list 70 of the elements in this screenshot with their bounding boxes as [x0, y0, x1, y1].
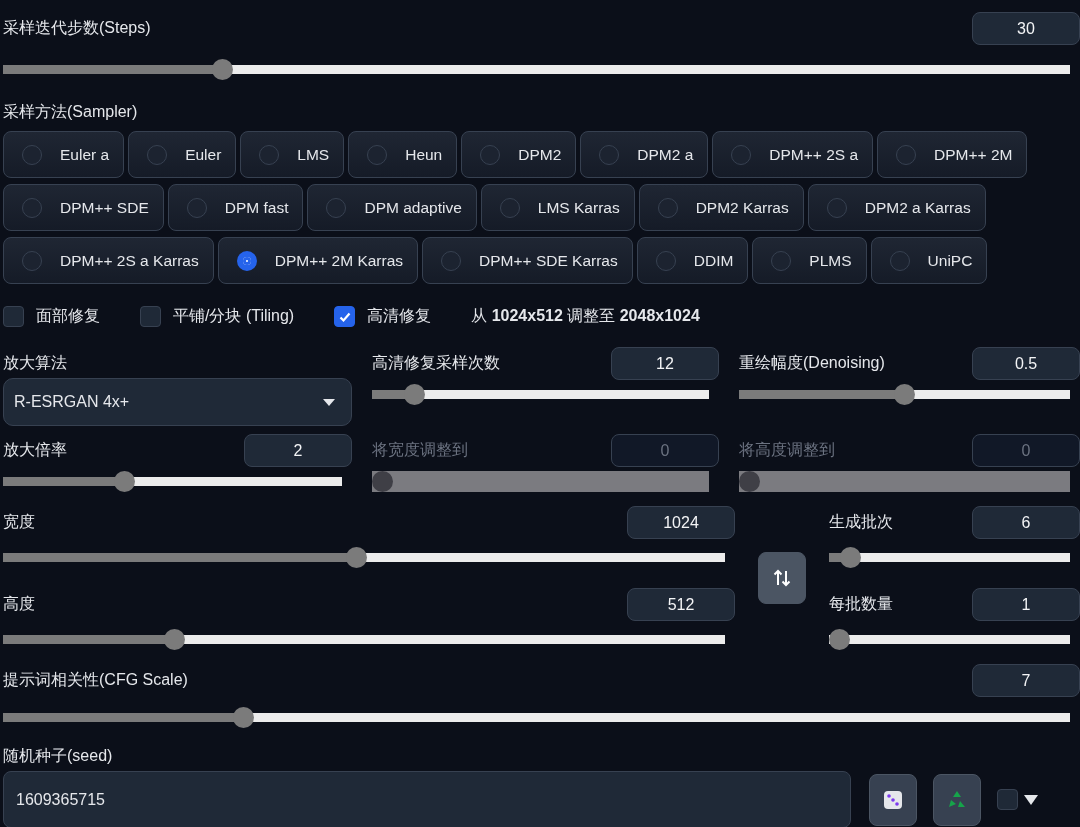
- field-label: 宽度: [3, 512, 35, 532]
- field-label: 高清修复采样次数: [372, 353, 500, 373]
- number-input[interactable]: 2: [244, 434, 352, 467]
- slider-thumb[interactable]: [403, 384, 425, 405]
- slider-track[interactable]: [739, 471, 1070, 492]
- checkbox-label[interactable]: 平铺/分块 (Tiling): [173, 306, 295, 327]
- slider-track[interactable]: [372, 471, 709, 492]
- field-label: 随机种子(seed): [3, 747, 113, 764]
- number-input[interactable]: 30: [972, 12, 1080, 45]
- field-label: 采样方法(Sampler): [3, 103, 138, 120]
- checkbox-label[interactable]: 面部修复: [36, 306, 100, 327]
- sampler-radio[interactable]: Euler a: [3, 131, 125, 178]
- sampler-radio[interactable]: Heun: [348, 131, 458, 178]
- field-label: 重绘幅度(Denoising): [739, 353, 885, 373]
- sampler-radio[interactable]: DPM++ 2S a: [712, 131, 874, 178]
- field-label: 采样迭代步数(Steps): [3, 18, 151, 38]
- swap-arrows-icon: [772, 569, 791, 587]
- field-label: 每批数量: [829, 594, 893, 614]
- resize-note: 从 1024x512 调整至 2048x1024: [471, 306, 700, 326]
- field-label: 提示词相关性(CFG Scale): [3, 670, 188, 690]
- caret-icon: [1024, 794, 1038, 805]
- checkbox[interactable]: [3, 306, 24, 327]
- number-input[interactable]: 6: [972, 506, 1080, 539]
- field-label: 生成批次: [829, 512, 893, 532]
- recycle-button[interactable]: [933, 773, 981, 826]
- checkbox[interactable]: [997, 789, 1018, 810]
- seed-input[interactable]: 1609365715: [3, 771, 851, 827]
- slider-thumb[interactable]: [894, 384, 915, 405]
- sampler-radio[interactable]: DPM2 a Karras: [807, 184, 986, 231]
- sampler-radio[interactable]: DPM fast: [167, 184, 304, 231]
- sampler-radio[interactable]: DPM2 Karras: [638, 184, 804, 231]
- dice-button[interactable]: [869, 773, 917, 826]
- upscaler-dropdown[interactable]: R-ESRGAN 4x+: [3, 378, 352, 426]
- caret-icon: [323, 398, 335, 406]
- slider-thumb[interactable]: [829, 629, 850, 650]
- sampler-radio[interactable]: DPM2 a: [580, 131, 709, 178]
- slider-thumb[interactable]: [114, 471, 136, 492]
- field-label: 将高度调整到: [739, 440, 835, 460]
- sampler-radio[interactable]: DPM++ 2M Karras: [217, 237, 419, 284]
- slider-thumb[interactable]: [840, 547, 861, 568]
- sampler-radio[interactable]: DPM++ SDE: [3, 184, 164, 231]
- field-label: 放大倍率: [3, 440, 67, 460]
- number-input[interactable]: 512: [627, 588, 735, 621]
- sampler-radio[interactable]: LMS: [240, 131, 345, 178]
- number-input[interactable]: 1: [972, 588, 1080, 621]
- sampler-radio[interactable]: DDIM: [636, 237, 749, 284]
- slider-thumb[interactable]: [346, 547, 368, 568]
- sampler-radio[interactable]: DPM++ 2S a Karras: [3, 237, 214, 284]
- sampler-radio[interactable]: DPM adaptive: [307, 184, 477, 231]
- sampler-radio[interactable]: PLMS: [752, 237, 867, 284]
- checkbox-label[interactable]: 高清修复: [367, 306, 432, 327]
- sampler-radio[interactable]: DPM++ 2M: [877, 131, 1028, 178]
- field-label: 高度: [3, 594, 35, 614]
- sampler-radio[interactable]: Euler: [128, 131, 237, 178]
- swap-button[interactable]: [757, 552, 806, 604]
- number-input[interactable]: 0.5: [972, 347, 1080, 380]
- number-input[interactable]: 12: [611, 347, 719, 380]
- number-input[interactable]: 7: [972, 664, 1080, 697]
- slider-thumb[interactable]: [233, 707, 255, 728]
- number-input[interactable]: 1024: [627, 506, 735, 539]
- checkbox[interactable]: [334, 306, 356, 327]
- slider-thumb[interactable]: [212, 59, 234, 80]
- sampler-radio[interactable]: DPM2: [461, 131, 577, 178]
- sampler-radio[interactable]: DPM++ SDE Karras: [422, 237, 633, 284]
- field-label: 将宽度调整到: [372, 440, 468, 460]
- slider-thumb[interactable]: [164, 629, 186, 650]
- checkbox[interactable]: [140, 306, 161, 327]
- field-label: 放大算法: [3, 353, 68, 373]
- sampler-radio[interactable]: UniPC: [870, 237, 988, 284]
- sampler-radio[interactable]: LMS Karras: [480, 184, 635, 231]
